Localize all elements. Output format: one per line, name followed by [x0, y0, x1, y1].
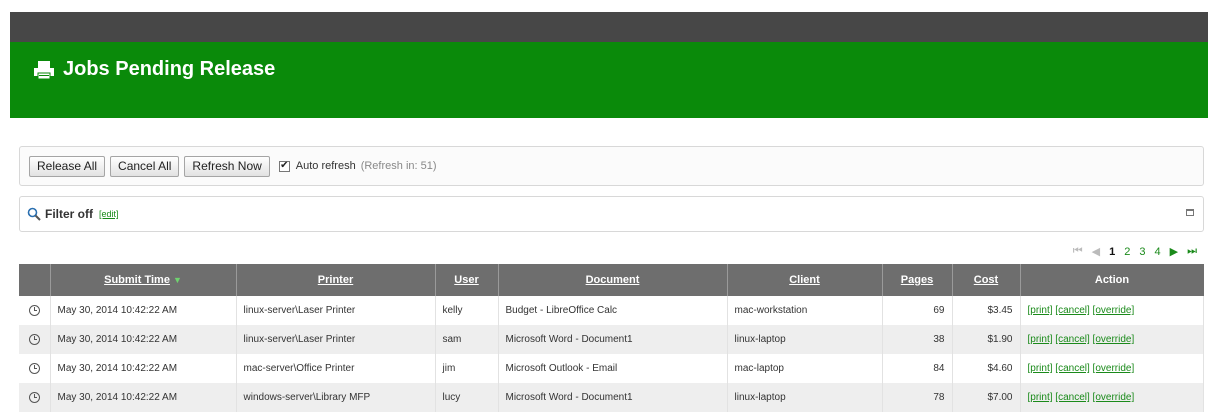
action-cell: [print] [cancel] [override]: [1020, 354, 1204, 383]
table-row: May 30, 2014 10:42:22 AM linux-server\La…: [19, 325, 1204, 354]
override-link[interactable]: [override]: [1093, 363, 1135, 374]
top-bar: [10, 12, 1208, 42]
printer-cell: linux-server\Laser Printer: [236, 296, 436, 325]
pages-cell: 84: [882, 354, 953, 383]
print-link[interactable]: [print]: [1028, 305, 1053, 316]
cancel-link[interactable]: [cancel]: [1055, 305, 1089, 316]
status-cell: [19, 354, 51, 383]
clock-icon: [28, 362, 40, 374]
col-submit-time-label: Submit Time: [104, 274, 170, 286]
cancel-link[interactable]: [cancel]: [1055, 363, 1089, 374]
printer-cell: windows-server\Library MFP: [236, 383, 436, 412]
client-cell: mac-laptop: [727, 354, 883, 383]
user-cell: jim: [435, 354, 499, 383]
printer-cell: linux-server\Laser Printer: [236, 325, 436, 354]
override-link[interactable]: [override]: [1093, 334, 1135, 345]
print-link[interactable]: [print]: [1028, 363, 1053, 374]
printer-icon: [34, 60, 54, 79]
filter-status: Filter off: [45, 207, 93, 221]
col-printer[interactable]: Printer: [236, 264, 436, 296]
override-link[interactable]: [override]: [1093, 305, 1135, 316]
clock-icon: [28, 333, 40, 345]
pagination: ⏮ ◀ 1 2 3 4 ▶ ⏭: [1064, 245, 1197, 258]
first-page-icon[interactable]: ⏮: [1073, 245, 1083, 258]
client-cell: linux-laptop: [727, 383, 883, 412]
pages-cell: 69: [882, 296, 953, 325]
cost-cell: $4.60: [952, 354, 1021, 383]
cost-cell: $7.00: [952, 383, 1021, 412]
document-cell: Microsoft Outlook - Email: [498, 354, 728, 383]
status-cell: [19, 383, 51, 412]
print-link[interactable]: [print]: [1028, 392, 1053, 403]
page-link-2[interactable]: 2: [1124, 246, 1130, 258]
cost-cell: $1.90: [952, 325, 1021, 354]
col-submit-time[interactable]: Submit Time ▼: [50, 264, 237, 296]
next-page-icon[interactable]: ▶: [1170, 245, 1178, 258]
pages-cell: 38: [882, 325, 953, 354]
submit-time-cell: May 30, 2014 10:42:22 AM: [50, 354, 237, 383]
page-title-container: Jobs Pending Release: [33, 58, 275, 81]
col-action: Action: [1020, 264, 1204, 296]
user-cell: sam: [435, 325, 499, 354]
page-banner: Jobs Pending Release: [10, 42, 1208, 118]
page-link-1[interactable]: 1: [1109, 246, 1115, 258]
action-cell: [print] [cancel] [override]: [1020, 296, 1204, 325]
table-row: May 30, 2014 10:42:22 AM linux-server\La…: [19, 296, 1204, 325]
refresh-countdown: (Refresh in: 51): [360, 160, 437, 172]
sort-desc-icon: ▼: [172, 275, 182, 285]
clock-icon: [28, 304, 40, 316]
document-cell: Microsoft Word - Document1: [498, 325, 728, 354]
auto-refresh-checkbox[interactable]: ✔: [278, 160, 290, 172]
user-cell: kelly: [435, 296, 499, 325]
document-cell: Microsoft Word - Document1: [498, 383, 728, 412]
search-icon: [27, 207, 41, 221]
table-header-row: Submit Time ▼ Printer User Document Clien…: [19, 264, 1204, 296]
collapse-icon[interactable]: [1186, 209, 1194, 216]
pages-cell: 78: [882, 383, 953, 412]
col-document[interactable]: Document: [498, 264, 728, 296]
submit-time-cell: May 30, 2014 10:42:22 AM: [50, 383, 237, 412]
printer-cell: mac-server\Office Printer: [236, 354, 436, 383]
user-cell: lucy: [435, 383, 499, 412]
col-user[interactable]: User: [435, 264, 499, 296]
submit-time-cell: May 30, 2014 10:42:22 AM: [50, 325, 237, 354]
auto-refresh-label: Auto refresh: [295, 160, 356, 172]
prev-page-icon[interactable]: ◀: [1092, 245, 1100, 258]
action-cell: [print] [cancel] [override]: [1020, 325, 1204, 354]
col-cost[interactable]: Cost: [952, 264, 1021, 296]
filter-bar: Filter off [edit]: [19, 196, 1204, 232]
cancel-link[interactable]: [cancel]: [1055, 334, 1089, 345]
page-link-3[interactable]: 3: [1139, 246, 1145, 258]
client-cell: mac-workstation: [727, 296, 883, 325]
jobs-table: Submit Time ▼ Printer User Document Clien…: [19, 264, 1204, 412]
cancel-all-button[interactable]: Cancel All: [110, 155, 180, 177]
col-client[interactable]: Client: [727, 264, 883, 296]
cancel-link[interactable]: [cancel]: [1055, 392, 1089, 403]
action-cell: [print] [cancel] [override]: [1020, 383, 1204, 412]
override-link[interactable]: [override]: [1093, 392, 1135, 403]
release-all-button[interactable]: Release All: [29, 155, 106, 177]
page-title: Jobs Pending Release: [63, 58, 276, 80]
document-cell: Budget - LibreOffice Calc: [498, 296, 728, 325]
clock-icon: [28, 391, 40, 403]
status-cell: [19, 325, 51, 354]
col-status: [19, 264, 51, 296]
col-pages[interactable]: Pages: [882, 264, 953, 296]
filter-edit-link[interactable]: [edit]: [99, 209, 119, 219]
status-cell: [19, 296, 51, 325]
table-row: May 30, 2014 10:42:22 AM windows-server\…: [19, 383, 1204, 412]
last-page-icon[interactable]: ⏭: [1187, 245, 1197, 258]
client-cell: linux-laptop: [727, 325, 883, 354]
refresh-now-button[interactable]: Refresh Now: [184, 155, 270, 177]
submit-time-cell: May 30, 2014 10:42:22 AM: [50, 296, 237, 325]
table-row: May 30, 2014 10:42:22 AM mac-server\Offi…: [19, 354, 1204, 383]
cost-cell: $3.45: [952, 296, 1021, 325]
print-link[interactable]: [print]: [1028, 334, 1053, 345]
page-link-4[interactable]: 4: [1155, 246, 1161, 258]
toolbar: Release All Cancel All Refresh Now ✔ Aut…: [19, 146, 1204, 186]
